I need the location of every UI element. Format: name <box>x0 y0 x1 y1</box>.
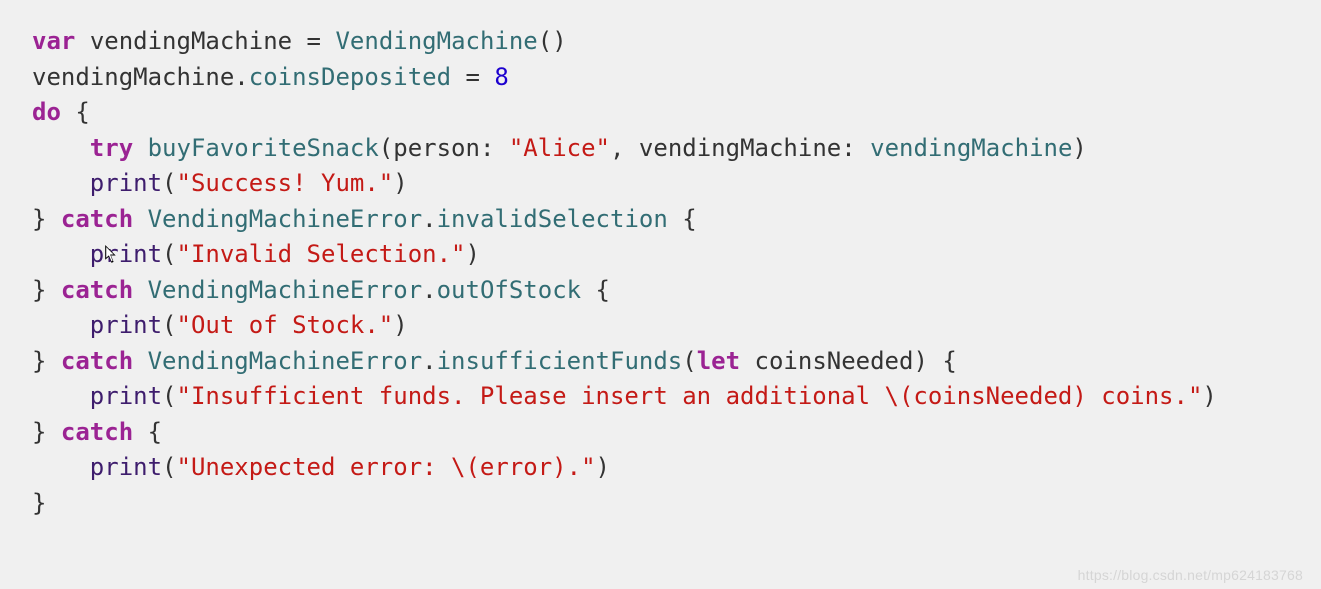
code-line: } catch VendingMachineError.invalidSelec… <box>32 205 697 233</box>
identifier: vendingMachine <box>870 134 1072 162</box>
keyword-do: do <box>32 98 61 126</box>
type-name: VendingMachineError <box>148 347 423 375</box>
function-print: print <box>90 382 162 410</box>
number-literal: 8 <box>494 63 508 91</box>
identifier: vendingMachine <box>90 27 292 55</box>
code-line: print("Invalid Selection.") <box>32 240 480 268</box>
watermark-text: https://blog.csdn.net/mp624183768 <box>1078 567 1303 583</box>
keyword-let: let <box>697 347 740 375</box>
identifier: coinsNeeded <box>755 347 914 375</box>
string-literal: "Success! Yum." <box>177 169 394 197</box>
code-line: } catch VendingMachineError.outOfStock { <box>32 276 610 304</box>
keyword-try: try <box>90 134 133 162</box>
keyword-catch: catch <box>61 347 133 375</box>
keyword-catch: catch <box>61 418 133 446</box>
code-line: print("Insufficient funds. Please insert… <box>32 382 1217 410</box>
keyword-var: var <box>32 27 75 55</box>
type-name: VendingMachineError <box>148 276 423 304</box>
enum-case: insufficientFunds <box>437 347 683 375</box>
code-line: vendingMachine.coinsDeposited = 8 <box>32 63 509 91</box>
code-block: var vendingMachine = VendingMachine() ve… <box>0 0 1321 545</box>
function-print: print <box>90 169 162 197</box>
string-literal: "Alice" <box>509 134 610 162</box>
code-line: do { <box>32 98 90 126</box>
type-name: VendingMachine <box>335 27 537 55</box>
string-literal: "Insufficient funds. Please insert an ad… <box>177 382 1203 410</box>
code-line: var vendingMachine = VendingMachine() <box>32 27 567 55</box>
function-print: print <box>90 453 162 481</box>
function-print: print <box>90 240 162 268</box>
code-line: try buyFavoriteSnack(person: "Alice", ve… <box>32 134 1087 162</box>
function-call: buyFavoriteSnack <box>148 134 379 162</box>
string-literal: "Invalid Selection." <box>177 240 466 268</box>
string-literal: "Out of Stock." <box>177 311 394 339</box>
type-name: VendingMachineError <box>148 205 423 233</box>
code-line: print("Unexpected error: \(error).") <box>32 453 610 481</box>
arg-label: person <box>393 134 480 162</box>
code-line: } <box>32 489 46 517</box>
enum-case: outOfStock <box>437 276 582 304</box>
code-line: } catch VendingMachineError.insufficient… <box>32 347 957 375</box>
property: coinsDeposited <box>249 63 451 91</box>
keyword-catch: catch <box>61 205 133 233</box>
identifier: vendingMachine <box>32 63 234 91</box>
arg-label: vendingMachine <box>639 134 841 162</box>
code-line: } catch { <box>32 418 162 446</box>
enum-case: invalidSelection <box>437 205 668 233</box>
string-literal: "Unexpected error: \(error)." <box>177 453 596 481</box>
function-print: print <box>90 311 162 339</box>
code-line: print("Success! Yum.") <box>32 169 408 197</box>
code-line: print("Out of Stock.") <box>32 311 408 339</box>
keyword-catch: catch <box>61 276 133 304</box>
